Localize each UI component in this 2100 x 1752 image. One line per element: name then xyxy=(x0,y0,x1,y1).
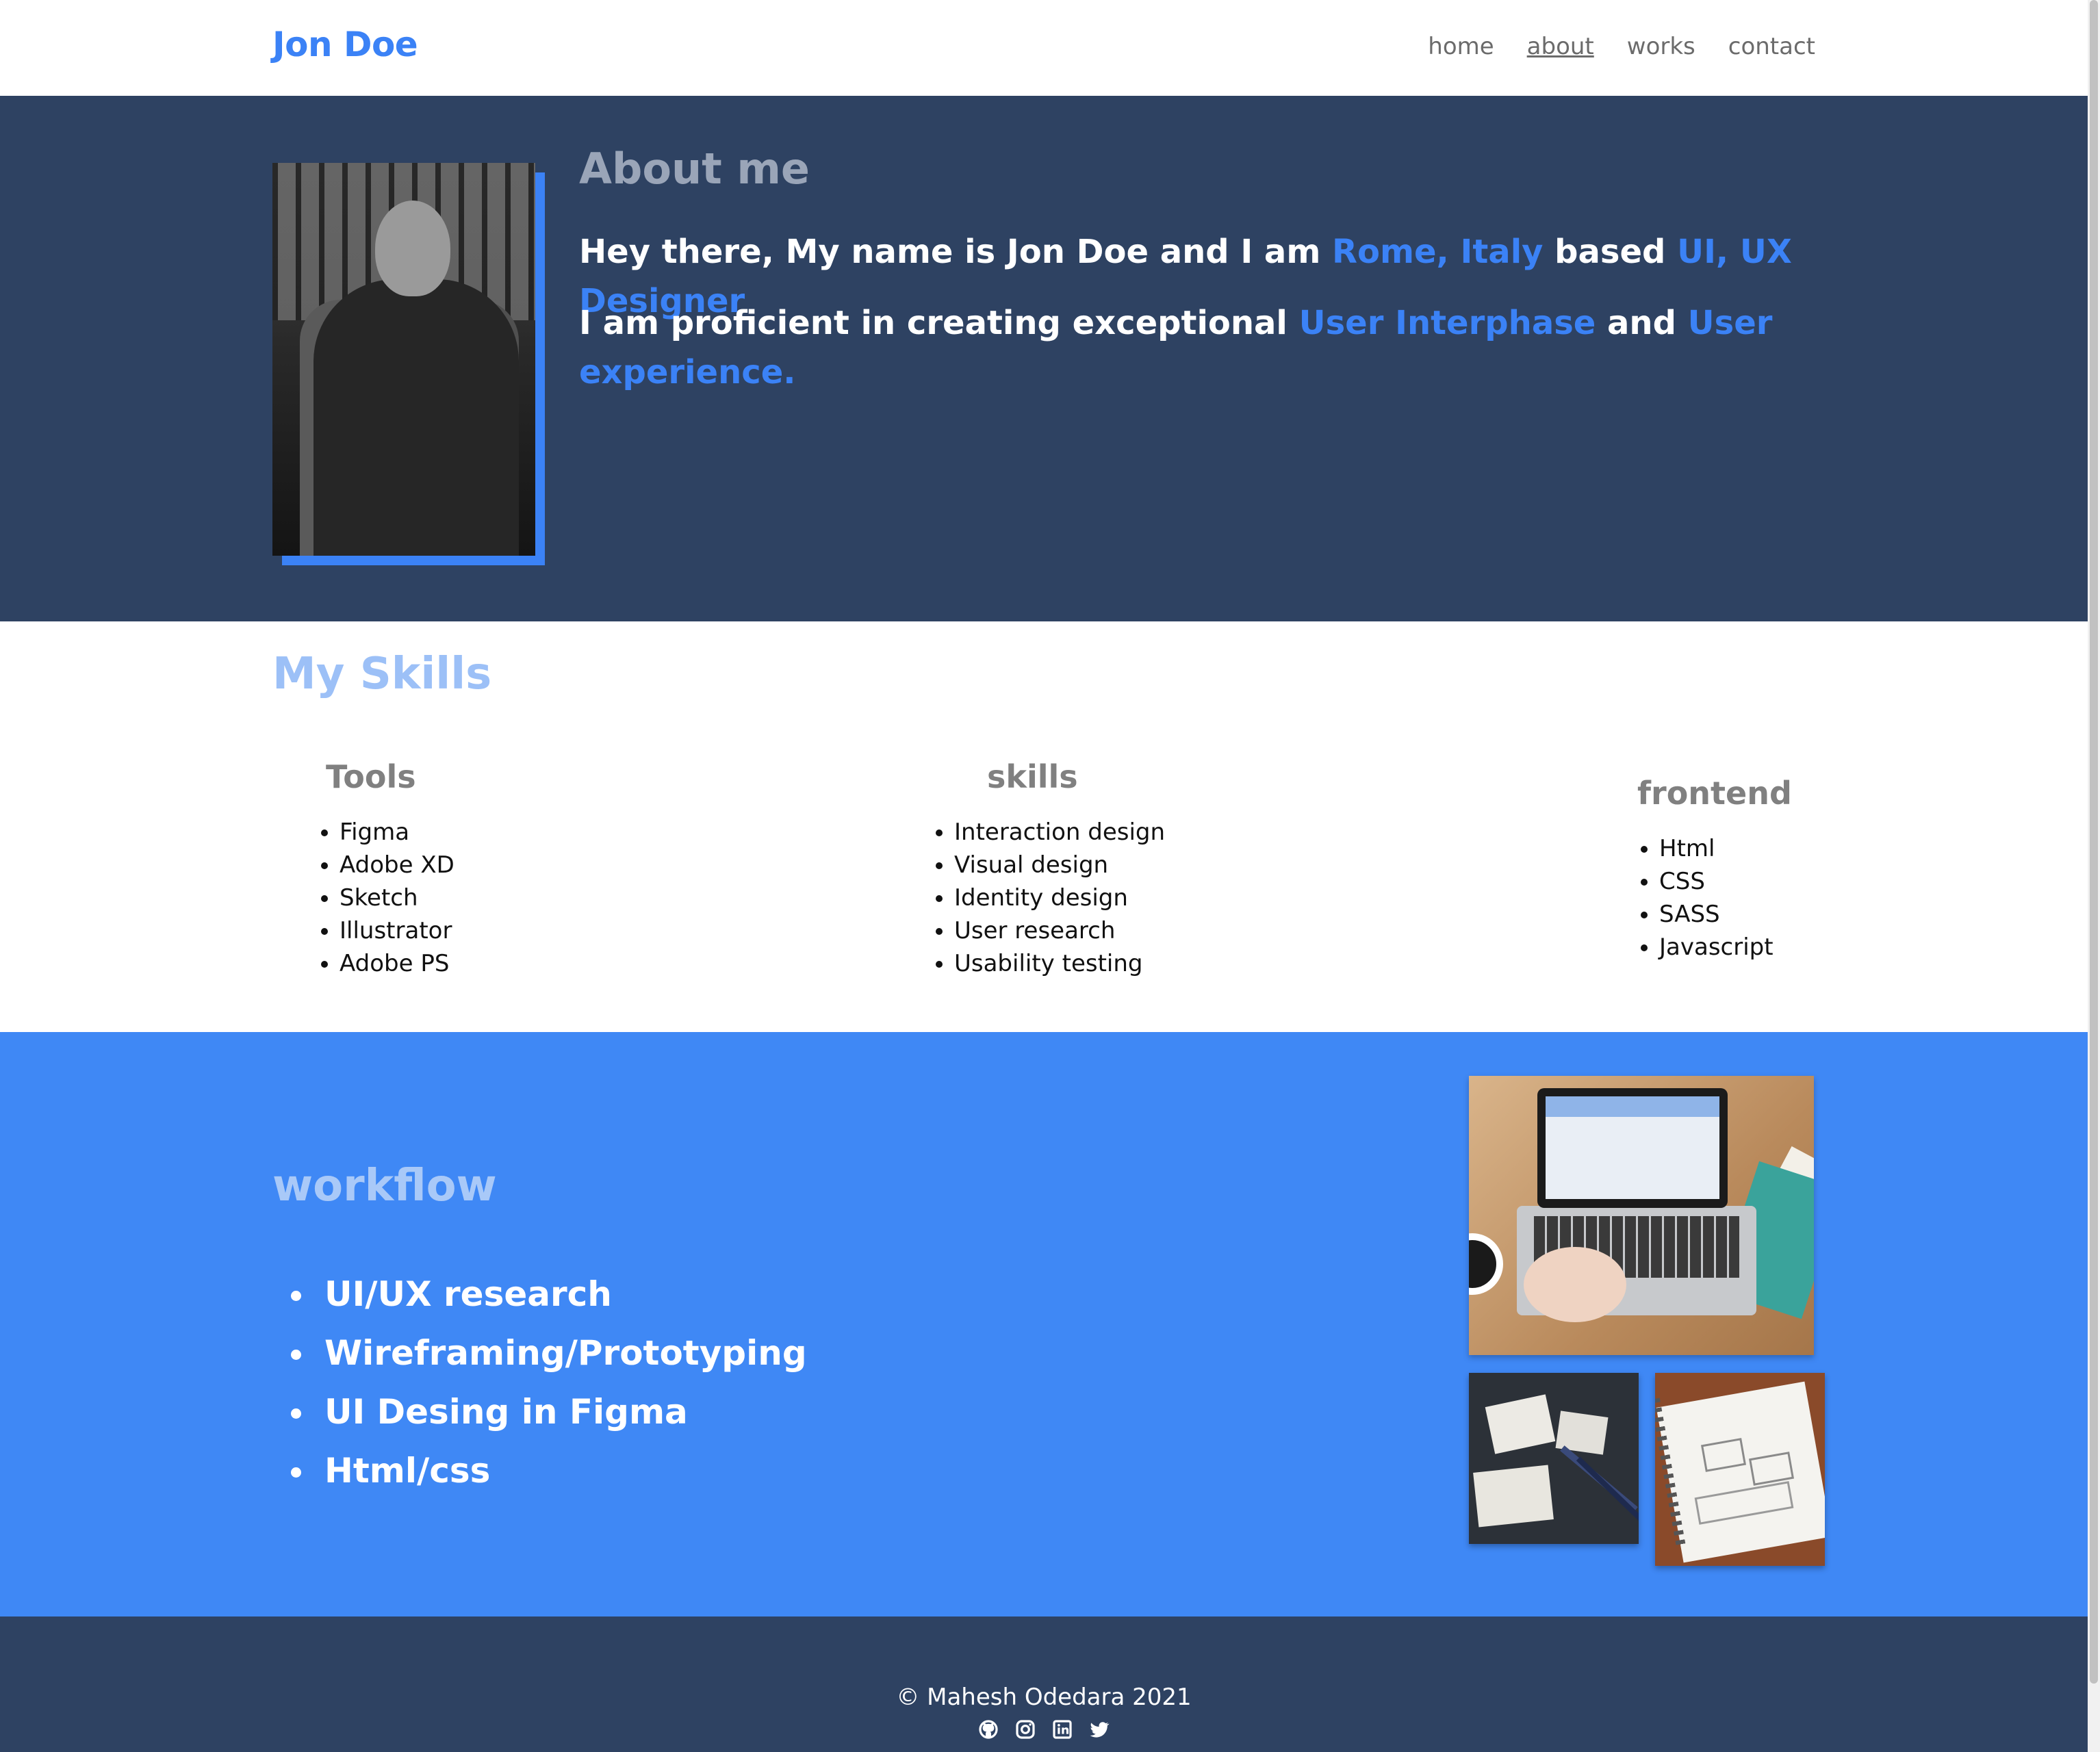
list-item: CSS xyxy=(1659,865,1792,898)
workflow-image-wireframe-notebook xyxy=(1655,1373,1825,1566)
skills-list: Figma Adobe XD Sketch Illustrator Adobe … xyxy=(296,816,454,980)
skills-list: Interaction design Visual design Identit… xyxy=(910,816,1165,980)
twitter-icon[interactable] xyxy=(1088,1718,1111,1741)
list-item: Adobe XD xyxy=(340,849,454,881)
page-scrollbar[interactable] xyxy=(2088,0,2100,1752)
workflow-image-laptop xyxy=(1469,1076,1814,1355)
list-item: User research xyxy=(954,914,1165,947)
list-item: Illustrator xyxy=(340,914,454,947)
column-heading: frontend xyxy=(1637,775,1792,812)
proficiency-text-1: I am proficient in creating exceptional xyxy=(579,304,1299,342)
nav-link-contact[interactable]: contact xyxy=(1728,33,1815,60)
profile-photo xyxy=(272,163,545,565)
workflow-list: UI/UX research Wireframing/Prototyping U… xyxy=(316,1265,807,1500)
list-item: Interaction design xyxy=(954,816,1165,849)
list-item: Javascript xyxy=(1659,931,1792,964)
intro-location: Rome, Italy xyxy=(1332,233,1544,271)
workflow-title: workflow xyxy=(272,1161,497,1211)
list-item: Adobe PS xyxy=(340,947,454,980)
instagram-icon[interactable] xyxy=(1014,1718,1037,1741)
skills-column-skills: skills Interaction design Visual design … xyxy=(910,758,1165,980)
github-icon[interactable] xyxy=(977,1718,1000,1741)
skills-list: Html CSS SASS Javascript xyxy=(1615,832,1792,964)
list-item: Html/css xyxy=(316,1441,807,1500)
site-logo[interactable]: Jon Doe xyxy=(272,25,418,64)
intro-text-2: based xyxy=(1543,233,1678,271)
list-item: UI/UX research xyxy=(316,1265,807,1324)
list-item: UI Desing in Figma xyxy=(316,1382,807,1441)
list-item: SASS xyxy=(1659,898,1792,931)
list-item: Visual design xyxy=(954,849,1165,881)
skills-column-frontend: frontend Html CSS SASS Javascript xyxy=(1615,775,1792,964)
about-proficiency-line: I am proficient in creating exceptional … xyxy=(579,298,1832,397)
about-title: About me xyxy=(579,144,810,194)
list-item: Sketch xyxy=(340,881,454,914)
list-item: Figma xyxy=(340,816,454,849)
skills-column-tools: Tools Figma Adobe XD Sketch Illustrator … xyxy=(296,758,454,980)
site-header: Jon Doe home about works contact xyxy=(0,0,2088,96)
nav-link-home[interactable]: home xyxy=(1428,33,1494,60)
list-item: Usability testing xyxy=(954,947,1165,980)
column-heading: Tools xyxy=(326,758,416,795)
list-item: Identity design xyxy=(954,881,1165,914)
social-links xyxy=(0,1718,2088,1741)
main-nav: home about works contact xyxy=(1428,33,1815,60)
list-item: Wireframing/Prototyping xyxy=(316,1324,807,1382)
profile-photo-image xyxy=(272,163,535,556)
workflow-section: workflow UI/UX research Wireframing/Prot… xyxy=(0,1032,2088,1616)
proficiency-text-2: and xyxy=(1596,304,1688,342)
nav-link-works[interactable]: works xyxy=(1627,33,1695,60)
copyright-text: © Mahesh Odedara 2021 xyxy=(896,1684,1192,1711)
skills-title: My Skills xyxy=(272,649,492,699)
intro-text-1: Hey there, My name is Jon Doe and I am xyxy=(579,233,1333,271)
workflow-image-sketches xyxy=(1469,1373,1639,1544)
column-heading: skills xyxy=(987,758,1078,795)
proficiency-hl-1: User Interphase xyxy=(1298,304,1596,342)
scrollbar-thumb[interactable] xyxy=(2090,0,2098,1684)
linkedin-icon[interactable] xyxy=(1051,1718,1074,1741)
list-item: Html xyxy=(1659,832,1792,865)
nav-link-about[interactable]: about xyxy=(1527,33,1594,60)
site-footer: © Mahesh Odedara 2021 xyxy=(0,1616,2088,1752)
